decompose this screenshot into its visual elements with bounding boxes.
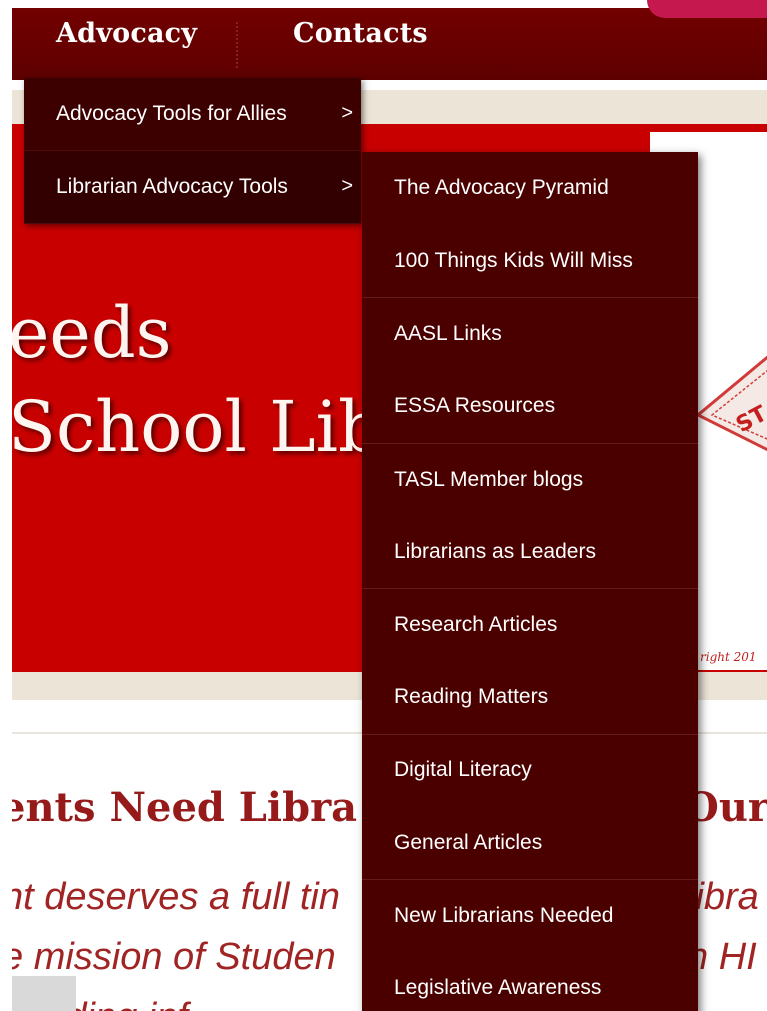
top-navigation-bar: Advocacy Contacts [12,8,767,80]
submenu-item-essa-resources[interactable]: ESSA Resources [362,370,698,443]
hero-heading-line1: eeds [12,292,172,374]
submenu-item-legislative-awareness[interactable]: Legislative Awareness [362,952,698,1011]
nav-advocacy[interactable]: Advocacy [56,18,197,49]
submenu-item-librarians-as-leaders[interactable]: Librarians as Leaders [362,515,698,588]
submenu-item-general-articles[interactable]: General Articles [362,806,698,879]
submenu-item-100-things[interactable]: 100 Things Kids Will Miss [362,225,698,298]
submenu-item-aasl-links[interactable]: AASL Links [362,297,698,370]
menu-item-librarian-advocacy-tools[interactable]: Librarian Advocacy Tools > [24,151,361,224]
page-left-edge [0,0,12,1011]
submenu-item-advocacy-pyramid[interactable]: The Advocacy Pyramid [362,152,698,225]
hero-heading-line2: School Libr [12,386,417,468]
article-title: ents Need Libra [0,784,358,831]
nav-separator [236,22,238,68]
copyright-text: right 201 [700,650,757,664]
stamp-graphic: ST [698,355,767,452]
corner-decoration [647,0,767,18]
submenu-item-digital-literacy[interactable]: Digital Literacy [362,733,698,807]
submenu-item-reading-matters[interactable]: Reading Matters [362,661,698,734]
librarian-advocacy-submenu: The Advocacy Pyramid 100 Things Kids Wil… [362,152,698,1011]
article-body-line: nt deserves a full tin [2,876,340,918]
grey-placeholder-box [12,976,76,1011]
submenu-item-new-librarians-needed[interactable]: New Librarians Needed [362,878,698,952]
submenu-item-tasl-member-blogs[interactable]: TASL Member blogs [362,442,698,516]
submenu-arrow-icon: > [341,102,353,124]
advocacy-dropdown-menu: Advocacy Tools for Allies > Librarian Ad… [24,78,361,224]
menu-item-label: Advocacy Tools for Allies [56,102,287,125]
submenu-arrow-icon: > [341,175,353,197]
nav-contacts[interactable]: Contacts [293,18,428,49]
menu-item-label: Librarian Advocacy Tools [56,175,288,198]
article-body-line: e mission of Studen [2,936,336,978]
menu-item-advocacy-tools-for-allies[interactable]: Advocacy Tools for Allies > [24,78,361,151]
submenu-item-research-articles[interactable]: Research Articles [362,588,698,661]
